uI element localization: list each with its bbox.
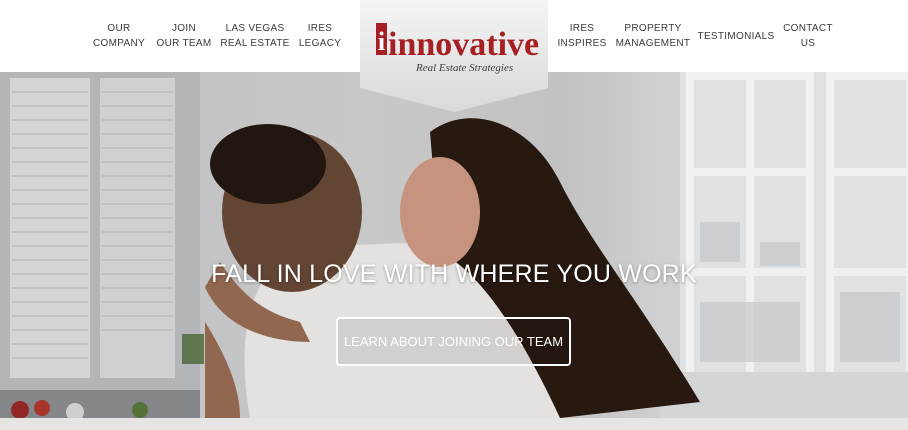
nav-join-line2: OUR TEAM — [156, 38, 212, 49]
hero-heading: FALL IN LOVE WITH WHERE YOU WORK — [211, 260, 697, 288]
nav-contact-line1: CONTACT — [783, 23, 833, 34]
nav-join-line1: JOIN — [172, 23, 196, 34]
nav-join-our-team[interactable]: JOIN OUR TEAM — [154, 0, 214, 72]
nav-las-vegas-real-estate[interactable]: LAS VEGAS REAL ESTATE — [220, 0, 290, 72]
nav-pm-line2: MANAGEMENT — [615, 38, 691, 49]
nav-inspires-line1: IRES — [569, 23, 595, 34]
hero-banner: FALL IN LOVE WITH WHERE YOU WORK LEARN A… — [0, 72, 908, 418]
nav-legacy-line2: LEGACY — [298, 38, 342, 49]
nav-contact-us[interactable]: CONTACT US — [780, 0, 836, 72]
nav-inspires-line2: INSPIRES — [557, 38, 607, 49]
nav-our-company-line1: OUR — [107, 23, 131, 34]
nav-property-management[interactable]: PROPERTY MANAGEMENT — [616, 0, 690, 72]
nav-ires-legacy[interactable]: IRES LEGACY — [296, 0, 344, 72]
join-team-button-label: LEARN ABOUT JOINING OUR TEAM — [343, 334, 564, 349]
nav-our-company-line2: COMPANY — [93, 38, 145, 49]
nav-testimonials-label: TESTIMONIALS — [697, 30, 775, 42]
nav-pm-line1: PROPERTY — [624, 23, 682, 34]
nav-ires-inspires[interactable]: IRES INSPIRES — [556, 0, 608, 72]
nav-lv-line2: REAL ESTATE — [220, 38, 290, 49]
nav-testimonials[interactable]: TESTIMONIALS — [697, 0, 775, 72]
nav-legacy-line1: IRES — [307, 23, 333, 34]
join-team-button[interactable]: LEARN ABOUT JOINING OUR TEAM — [336, 317, 571, 366]
bottom-strip — [0, 418, 908, 430]
site-logo[interactable]: i innovative Real Estate Strategies — [360, 0, 548, 112]
nav-our-company[interactable]: OUR COMPANY — [88, 0, 150, 72]
hero-photo — [0, 72, 908, 418]
nav-contact-line2: US — [800, 38, 816, 49]
svg-text:i: i — [378, 27, 385, 56]
nav-lv-line1: LAS VEGAS — [225, 23, 285, 34]
logo-badge-shape: i innovative Real Estate Strategies — [360, 0, 548, 112]
logo-wordmark: innovative — [388, 26, 539, 63]
logo-tagline: Real Estate Strategies — [415, 62, 513, 74]
